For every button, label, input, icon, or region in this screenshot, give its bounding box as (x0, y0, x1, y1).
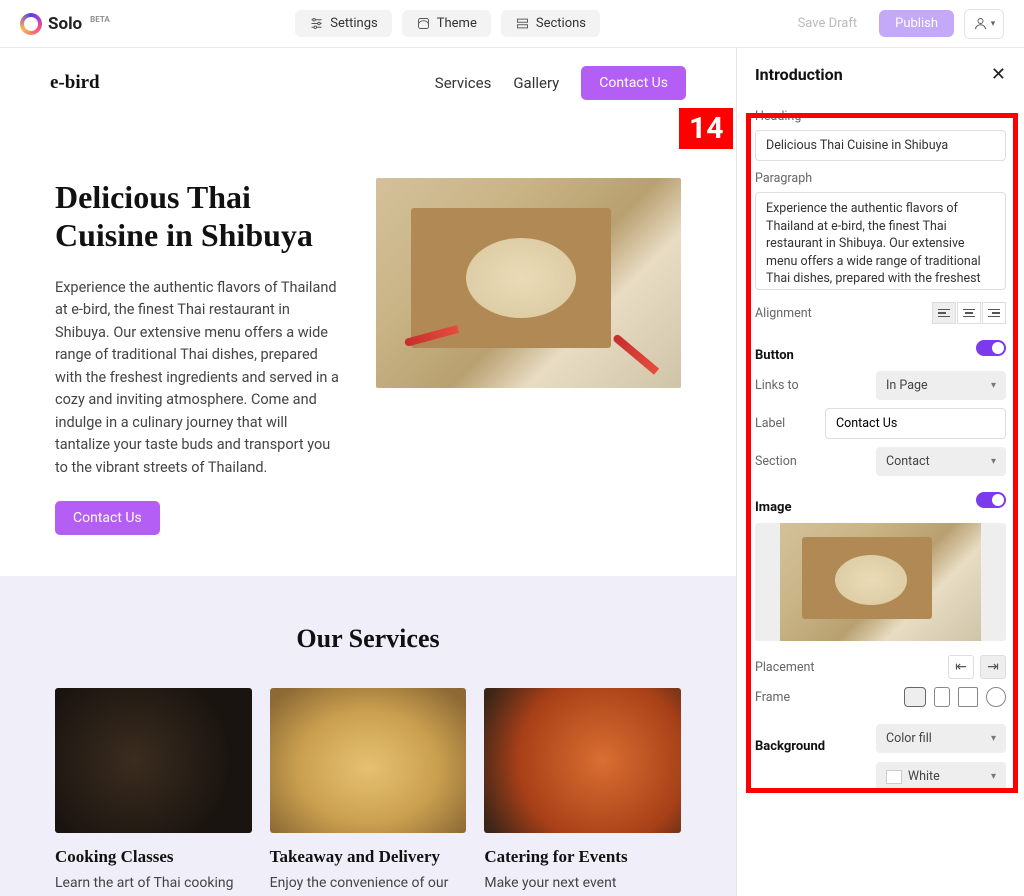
frame-landscape-button[interactable] (904, 687, 926, 707)
frame-square-button[interactable] (958, 687, 978, 707)
service-body: Enjoy the convenience of our takeaway an… (270, 873, 467, 896)
background-select[interactable]: Color fill▾ (876, 724, 1006, 753)
label-input[interactable] (825, 408, 1006, 439)
service-card[interactable]: Takeaway and Delivery Enjoy the convenie… (270, 688, 467, 896)
image-section-label: Image (755, 500, 791, 515)
theme-button[interactable]: Theme (402, 10, 491, 37)
service-card[interactable]: Catering for Events Make your next event… (484, 688, 681, 896)
chevron-down-icon: ▾ (991, 771, 996, 782)
hero-image[interactable] (376, 178, 681, 388)
chevron-down-icon: ▾ (991, 733, 996, 744)
frame-portrait-button[interactable] (934, 687, 950, 707)
service-image[interactable] (270, 688, 467, 833)
hero-cta-button[interactable]: Contact Us (55, 501, 160, 535)
image-preview[interactable] (755, 523, 1006, 641)
color-select[interactable]: White▾ (876, 762, 1006, 791)
frame-circle-button[interactable] (986, 687, 1006, 707)
links-to-label: Links to (755, 378, 799, 393)
chevron-down-icon: ▾ (991, 19, 996, 29)
service-title: Cooking Classes (55, 847, 252, 867)
service-image[interactable] (484, 688, 681, 833)
services-heading[interactable]: Our Services (55, 624, 681, 654)
links-to-select[interactable]: In Page▾ (876, 371, 1006, 400)
label-field-label: Label (755, 416, 785, 431)
publish-button[interactable]: Publish (879, 10, 954, 37)
button-toggle[interactable] (976, 340, 1006, 356)
settings-button[interactable]: Settings (295, 10, 391, 37)
image-toggle[interactable] (976, 492, 1006, 508)
user-menu[interactable]: ▾ (964, 9, 1004, 39)
service-image[interactable] (55, 688, 252, 833)
section-field-label: Section (755, 454, 797, 469)
service-title: Catering for Events (484, 847, 681, 867)
service-title: Takeaway and Delivery (270, 847, 467, 867)
sections-icon (515, 16, 530, 31)
save-draft-button[interactable]: Save Draft (786, 10, 870, 37)
align-left-button[interactable] (932, 302, 956, 324)
chevron-down-icon: ▾ (991, 456, 996, 467)
annotation-label: 14 (679, 108, 733, 149)
palette-icon (416, 16, 431, 31)
editor-canvas[interactable]: e-bird Services Gallery Contact Us Delic… (0, 48, 736, 896)
panel-title: Introduction (755, 65, 843, 84)
hero-title[interactable]: Delicious Thai Cuisine in Shibuya (55, 178, 346, 255)
service-card[interactable]: Cooking Classes Learn the art of Thai co… (55, 688, 252, 896)
user-icon (973, 16, 988, 31)
placement-right-button[interactable]: ⇥ (980, 655, 1006, 679)
hero-body[interactable]: Experience the authentic flavors of Thai… (55, 277, 346, 479)
heading-field-label: Heading (755, 109, 1006, 124)
close-icon[interactable]: ✕ (991, 64, 1006, 85)
nav-contact-button[interactable]: Contact Us (581, 66, 686, 100)
service-body: Make your next event unforgettable with … (484, 873, 681, 896)
align-center-button[interactable] (957, 302, 981, 324)
service-body: Learn the art of Thai cooking from our e… (55, 873, 252, 896)
nav-gallery[interactable]: Gallery (513, 74, 559, 92)
color-swatch-icon (886, 770, 902, 784)
chevron-down-icon: ▾ (991, 380, 996, 391)
frame-label: Frame (755, 690, 790, 705)
sliders-icon (309, 16, 324, 31)
app-name: Solo (48, 14, 82, 34)
logo-mark-icon (20, 13, 42, 35)
button-section-label: Button (755, 348, 794, 363)
align-right-button[interactable] (982, 302, 1006, 324)
app-logo[interactable]: Solo BETA (20, 13, 110, 35)
placement-left-button[interactable]: ⇤ (948, 655, 974, 679)
background-section-label: Background (755, 739, 825, 754)
paragraph-textarea[interactable]: Experience the authentic flavors of Thai… (755, 192, 1006, 290)
site-brand[interactable]: e-bird (50, 72, 100, 94)
heading-input[interactable] (755, 130, 1006, 161)
section-select[interactable]: Contact▾ (876, 447, 1006, 476)
nav-services[interactable]: Services (435, 74, 492, 92)
alignment-label: Alignment (755, 306, 812, 321)
placement-label: Placement (755, 660, 814, 675)
inspector-panel: Introduction ✕ Heading Paragraph Experie… (736, 48, 1024, 896)
paragraph-field-label: Paragraph (755, 171, 1006, 186)
sections-button[interactable]: Sections (501, 10, 600, 37)
beta-label: BETA (90, 15, 110, 24)
